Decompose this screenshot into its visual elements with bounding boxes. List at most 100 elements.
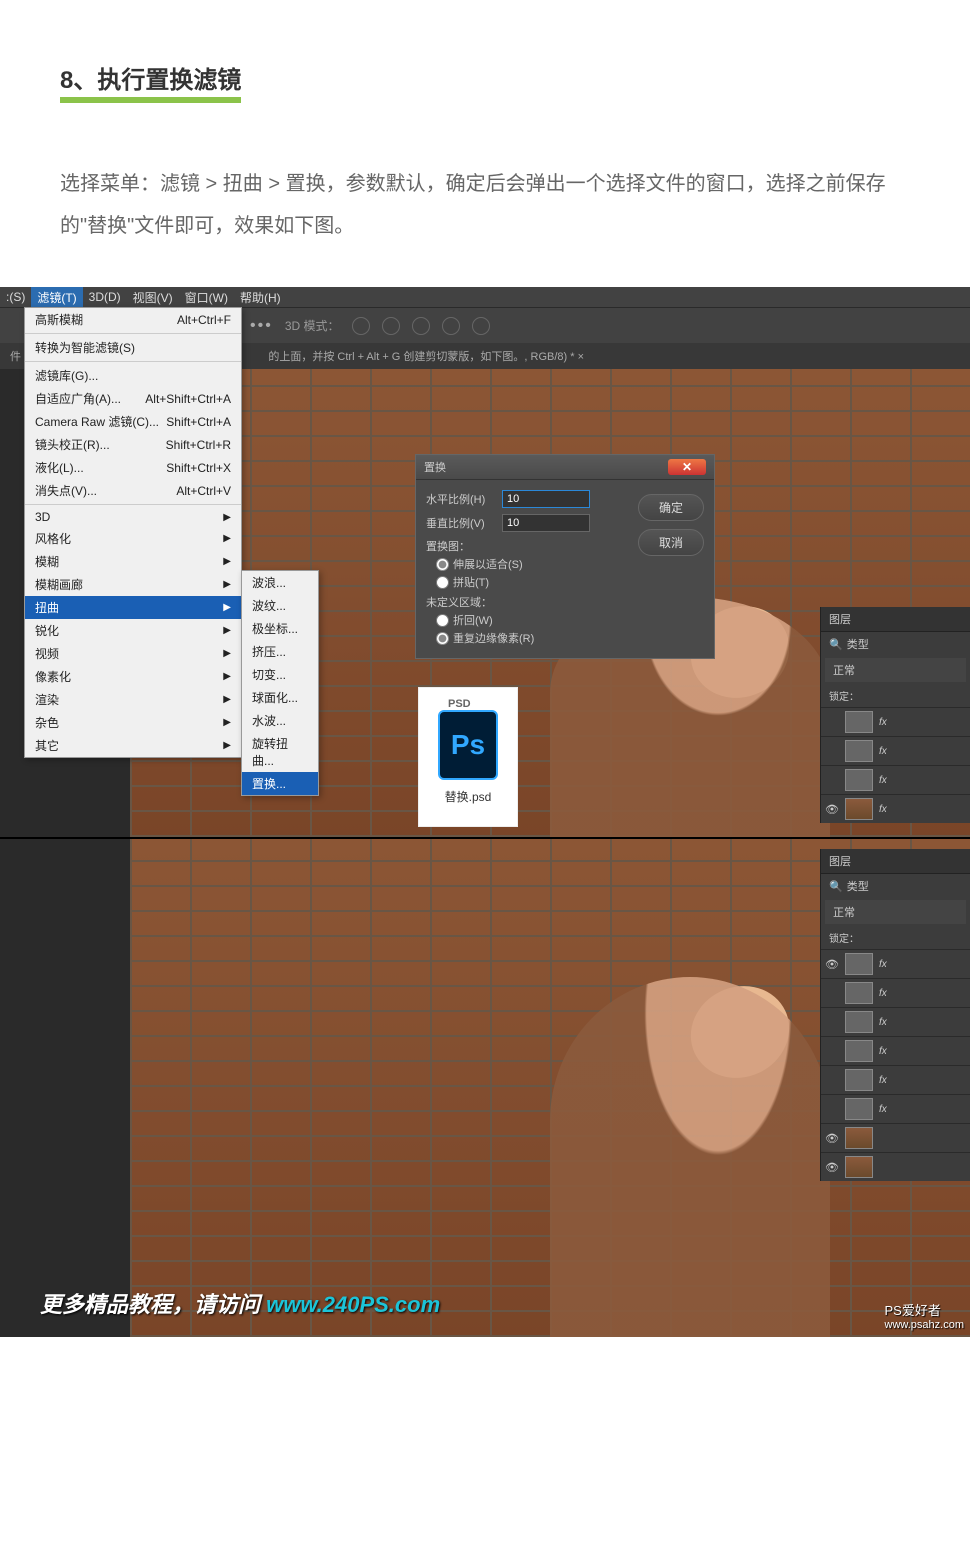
close-button[interactable]: ✕	[668, 459, 706, 475]
3d-roll-icon[interactable]	[382, 317, 400, 335]
menu-lens-correction[interactable]: 镜头校正(R)...Shift+Ctrl+R	[25, 433, 241, 456]
menu-noise[interactable]: 杂色▶	[25, 711, 241, 734]
visibility-icon[interactable]: 👁	[825, 958, 839, 971]
footer-link[interactable]: www.240PS.com	[266, 1292, 440, 1317]
layers-header[interactable]: 图层	[821, 607, 970, 632]
layer-row[interactable]: 👁fx	[821, 794, 970, 823]
3d-pan-icon[interactable]	[412, 317, 430, 335]
layers-filter[interactable]: 🔍类型	[821, 874, 970, 898]
dialog-titlebar[interactable]: 置换 ✕	[416, 455, 714, 480]
layer-thumb	[845, 1127, 873, 1149]
undef-repeat-radio[interactable]	[436, 632, 449, 645]
menu-3d[interactable]: 3D(D)	[83, 288, 127, 306]
layer-row[interactable]: fx	[821, 1007, 970, 1036]
menu-filter-gallery[interactable]: 滤镜库(G)...	[25, 364, 241, 387]
menu-camera-raw[interactable]: Camera Raw 滤镜(C)...Shift+Ctrl+A	[25, 410, 241, 433]
layer-row[interactable]: fx	[821, 1094, 970, 1123]
watermark: PS爱好者 www.psahz.com	[885, 1300, 964, 1331]
menu-liquify[interactable]: 液化(L)...Shift+Ctrl+X	[25, 456, 241, 479]
layer-row[interactable]: fx	[821, 736, 970, 765]
layer-thumb	[845, 740, 873, 762]
menu-render[interactable]: 渲染▶	[25, 688, 241, 711]
menu-other[interactable]: 其它▶	[25, 734, 241, 757]
v-scale-input[interactable]	[502, 514, 590, 532]
submenu-displace[interactable]: 置换...	[242, 772, 318, 795]
3d-orbit-icon[interactable]	[352, 317, 370, 335]
layer-row[interactable]: fx	[821, 978, 970, 1007]
menu-3d-sub[interactable]: 3D▶	[25, 507, 241, 527]
chevron-right-icon: ▶	[223, 579, 231, 590]
psd-file-thumbnail[interactable]: Ps 替换.psd	[418, 687, 518, 827]
menu-filter[interactable]: 滤镜(T)	[31, 287, 82, 308]
layers-panel: 图层 🔍类型 正常 锁定： fx fx fx 👁fx	[820, 607, 970, 823]
cancel-button[interactable]: 取消	[638, 529, 704, 556]
layer-row[interactable]: 👁	[821, 1152, 970, 1181]
article-section: 8、执行置换滤镜 选择菜单：滤镜 > 扭曲 > 置换，参数默认，确定后会弹出一个…	[0, 0, 970, 287]
layer-thumb	[845, 1098, 873, 1120]
submenu-wave[interactable]: 波浪...	[242, 571, 318, 594]
submenu-twirl[interactable]: 旋转扭曲...	[242, 732, 318, 772]
3d-zoom-icon[interactable]	[472, 317, 490, 335]
distort-submenu: 波浪... 波纹... 极坐标... 挤压... 切变... 球面化... 水波…	[241, 570, 319, 796]
menu-separator	[25, 333, 241, 334]
blend-mode[interactable]: 正常	[825, 658, 966, 682]
3d-slide-icon[interactable]	[442, 317, 460, 335]
layer-thumb	[845, 1011, 873, 1033]
tab-left-label: 件	[10, 348, 22, 364]
menu-smart-filter[interactable]: 转换为智能滤镜(S)	[25, 336, 241, 359]
chevron-right-icon: ▶	[223, 694, 231, 705]
article-body: 选择菜单：滤镜 > 扭曲 > 置换，参数默认，确定后会弹出一个选择文件的窗口，选…	[60, 163, 910, 247]
fx-icon: fx	[879, 988, 887, 999]
submenu-shear[interactable]: 切变...	[242, 663, 318, 686]
visibility-icon[interactable]: 👁	[825, 1132, 839, 1145]
visibility-icon[interactable]: 👁	[825, 1161, 839, 1174]
footer-prefix: 更多精品教程，请访问	[40, 1292, 266, 1317]
layer-row[interactable]: fx	[821, 765, 970, 794]
menu-blur-gallery[interactable]: 模糊画廊▶	[25, 573, 241, 596]
layer-row[interactable]: fx	[821, 707, 970, 736]
submenu-ripple[interactable]: 波纹...	[242, 594, 318, 617]
layer-thumb	[845, 1040, 873, 1062]
map-tile-radio[interactable]	[436, 576, 449, 589]
chevron-right-icon: ▶	[223, 556, 231, 567]
psd-filename: 替换.psd	[445, 788, 492, 805]
submenu-polar[interactable]: 极坐标...	[242, 617, 318, 640]
menu-help[interactable]: 帮助(H)	[234, 287, 287, 308]
search-icon: 🔍	[829, 880, 843, 893]
menu-last-filter[interactable]: 高斯模糊Alt+Ctrl+F	[25, 308, 241, 331]
layer-row[interactable]: 👁fx	[821, 949, 970, 978]
fx-icon: fx	[879, 746, 887, 757]
menu-blur[interactable]: 模糊▶	[25, 550, 241, 573]
layer-row[interactable]: fx	[821, 1065, 970, 1094]
menu-view[interactable]: 视图(V)	[127, 287, 179, 308]
v-scale-label: 垂直比例(V)	[426, 515, 496, 531]
layer-thumb	[845, 1156, 873, 1178]
h-scale-input[interactable]	[502, 490, 590, 508]
layers-header[interactable]: 图层	[821, 849, 970, 874]
map-stretch-radio[interactable]	[436, 558, 449, 571]
blend-mode[interactable]: 正常	[825, 900, 966, 924]
undef-group-label: 未定义区域：	[426, 594, 630, 610]
menu-distort[interactable]: 扭曲▶	[25, 596, 241, 619]
menu-select[interactable]: :(S)	[0, 288, 31, 306]
menu-adaptive-wide[interactable]: 自适应广角(A)...Alt+Shift+Ctrl+A	[25, 387, 241, 410]
menu-video[interactable]: 视频▶	[25, 642, 241, 665]
layer-row[interactable]: fx	[821, 1036, 970, 1065]
submenu-spherize[interactable]: 球面化...	[242, 686, 318, 709]
map-stretch-label: 伸展以适合(S)	[453, 556, 523, 572]
more-icon[interactable]: •••	[250, 317, 273, 335]
visibility-icon[interactable]: 👁	[825, 803, 839, 816]
ok-button[interactable]: 确定	[638, 494, 704, 521]
menu-vanishing-point[interactable]: 消失点(V)...Alt+Ctrl+V	[25, 479, 241, 502]
layers-filter[interactable]: 🔍类型	[821, 632, 970, 656]
undef-wrap-radio[interactable]	[436, 614, 449, 627]
menu-stylize[interactable]: 风格化▶	[25, 527, 241, 550]
menu-pixelate[interactable]: 像素化▶	[25, 665, 241, 688]
document-tab[interactable]: 的上面，并按 Ctrl + Alt + G 创建剪切蒙版，如下图。, RGB/8…	[268, 348, 584, 364]
layer-row[interactable]: 👁	[821, 1123, 970, 1152]
submenu-pinch[interactable]: 挤压...	[242, 640, 318, 663]
submenu-zigzag[interactable]: 水波...	[242, 709, 318, 732]
menu-sharpen[interactable]: 锐化▶	[25, 619, 241, 642]
menu-window[interactable]: 窗口(W)	[179, 287, 234, 308]
chevron-right-icon: ▶	[223, 671, 231, 682]
